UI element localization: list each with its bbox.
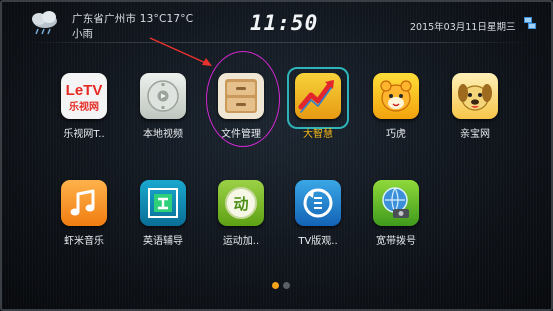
weather-location: 广东省广州市 13°C17°C <box>72 13 194 25</box>
header-divider <box>24 42 534 43</box>
dazhihui-icon <box>295 73 341 119</box>
qiaohu-icon <box>373 73 419 119</box>
rain-cloud-icon <box>32 11 57 35</box>
app-tv-viewer[interactable]: TV版观.. <box>282 180 354 247</box>
local-video-icon <box>140 73 186 119</box>
letv-logo-subtext: 乐视网 <box>69 100 99 113</box>
app-label: 大智慧 <box>303 129 333 140</box>
app-qiaohu[interactable]: 巧虎 <box>360 73 432 140</box>
network-icon <box>524 17 536 29</box>
app-label: 虾米音乐 <box>64 236 104 247</box>
app-local-video[interactable]: 本地视频 <box>127 73 199 140</box>
app-label: 本地视频 <box>143 129 183 140</box>
english-tutor-icon <box>140 180 186 226</box>
app-sports[interactable]: 动 运动加.. <box>205 180 277 247</box>
letv-logo-text: LeTV <box>66 82 103 99</box>
app-label: TV版观.. <box>298 236 338 247</box>
sports-icon: 动 <box>218 180 264 226</box>
app-label: 宽带拨号 <box>376 236 416 247</box>
weather-condition: 小雨 <box>72 28 93 40</box>
page-indicator <box>270 282 294 290</box>
annotation-arrow-icon <box>149 37 212 66</box>
app-dazhihui[interactable]: 大智慧 <box>282 73 354 140</box>
qinbao-icon <box>452 73 498 119</box>
clock-time: 11:50 <box>250 11 319 35</box>
page-dot-active <box>272 282 279 289</box>
app-letv[interactable]: LeTV 乐视网 乐视网T.. <box>48 73 120 140</box>
broadband-dial-icon <box>373 180 419 226</box>
app-label: 亲宝网 <box>460 129 490 140</box>
xiami-music-icon <box>61 180 107 226</box>
app-broadband-dial[interactable]: 宽带拨号 <box>360 180 432 247</box>
page-dot <box>283 282 290 289</box>
sports-logo-text: 动 <box>233 195 248 213</box>
weekday-text: 星期三 <box>487 22 516 33</box>
date-text: 2015年03月11日 <box>410 22 487 33</box>
tv-viewer-icon <box>295 180 341 226</box>
app-qinbao[interactable]: 亲宝网 <box>439 73 511 140</box>
app-label: 巧虎 <box>386 129 406 140</box>
app-label: 乐视网T.. <box>63 129 105 140</box>
app-xiami-music[interactable]: 虾米音乐 <box>48 180 120 247</box>
app-label: 英语辅导 <box>143 236 183 247</box>
app-english-tutor[interactable]: 英语辅导 <box>127 180 199 247</box>
app-label: 运动加.. <box>222 236 260 247</box>
letv-icon: LeTV 乐视网 <box>61 73 107 119</box>
tv-launcher-screen: 广东省广州市 13°C17°C 小雨 11:50 2015年03月11日 星期三… <box>0 0 553 311</box>
